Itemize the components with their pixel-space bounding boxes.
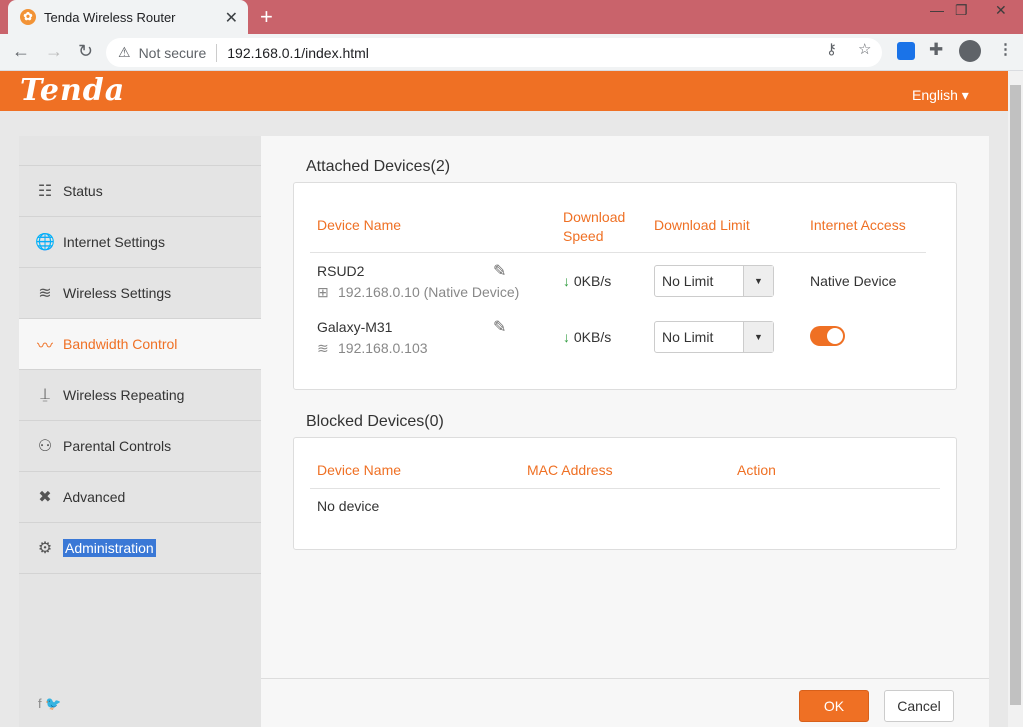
browser-tab[interactable]: ✿ Tenda Wireless Router ✕	[8, 0, 248, 34]
family-icon: ⚇	[37, 438, 53, 455]
internet-access-text: Native Device	[810, 273, 897, 289]
omnibox-divider	[216, 43, 218, 62]
col-download-speed: Download Speed	[563, 209, 626, 244]
window-close-button[interactable]: ✕	[995, 2, 1007, 19]
forward-arrow-icon[interactable]: →	[45, 41, 63, 62]
device-name: Galaxy-M31	[317, 319, 393, 335]
sidebar-item-label: Internet Settings	[63, 234, 165, 250]
tab-close-icon[interactable]: ✕	[225, 8, 238, 28]
ok-button[interactable]: OK	[799, 690, 869, 722]
download-speed: ↓ 0KB/s	[563, 273, 611, 289]
sidebar-item-advanced[interactable]: ✖ Advanced	[19, 472, 261, 523]
empty-state-text: No device	[317, 498, 380, 514]
download-limit-select[interactable]: No Limit ▼	[654, 321, 774, 353]
url-text[interactable]: 192.168.0.1/index.html	[227, 45, 369, 61]
sidebar-item-bandwidth-control[interactable]: 〰 Bandwidth Control	[19, 319, 261, 370]
tools-icon: ✖	[38, 489, 52, 506]
wifi-icon: ≋	[38, 285, 52, 302]
bookmark-star-icon[interactable]: ☆	[858, 40, 871, 58]
sidebar-item-wireless-settings[interactable]: ≋ Wireless Settings	[19, 268, 261, 319]
sidebar-item-label: Advanced	[63, 489, 126, 505]
search-extension-icon[interactable]	[897, 42, 915, 60]
sidebar-item-label: Administration	[63, 539, 156, 557]
sidebar-nav: ☷ Status 🌐 Internet Settings ≋ Wireless …	[19, 136, 261, 727]
tenda-favicon-icon: ✿	[20, 9, 36, 25]
minimize-button[interactable]: —	[930, 2, 944, 18]
col-internet-access: Internet Access	[810, 217, 906, 233]
new-tab-button[interactable]: +	[260, 4, 273, 30]
tab-title: Tenda Wireless Router	[44, 9, 176, 25]
col-mac-address: MAC Address	[527, 462, 613, 478]
internet-access-toggle[interactable]	[810, 326, 845, 346]
puzzle-extensions-icon[interactable]: ✚	[929, 40, 943, 60]
action-footer: OK Cancel	[261, 678, 989, 727]
page-scrollbar[interactable]	[1008, 71, 1023, 727]
cancel-button[interactable]: Cancel	[884, 690, 954, 722]
header-divider	[310, 252, 926, 253]
chart-line-icon: 〰	[36, 338, 53, 355]
header-divider	[310, 488, 940, 489]
browser-tab-strip: ✿ Tenda Wireless Router ✕ + — ❐ ✕	[0, 0, 1023, 34]
sidebar-item-label: Parental Controls	[63, 438, 172, 454]
speed-value: 0KB/s	[573, 329, 612, 345]
speed-value: 0KB/s	[573, 273, 612, 289]
wifi-small-icon: ≋	[317, 340, 329, 356]
address-bar: ← → ↻ ⚠ Not secure 192.168.0.1/index.htm…	[0, 34, 1023, 71]
back-arrow-icon[interactable]: ←	[12, 41, 30, 62]
edit-pencil-icon[interactable]: ✎	[493, 261, 506, 281]
download-limit-select[interactable]: No Limit ▼	[654, 265, 774, 297]
sidebar-item-internet-settings[interactable]: 🌐 Internet Settings	[19, 217, 261, 268]
not-secure-label[interactable]: Not secure	[139, 45, 207, 61]
device-name: RSUD2	[317, 263, 365, 279]
sidebar-item-wireless-repeating[interactable]: ⍊ Wireless Repeating	[19, 370, 261, 421]
blocked-devices-panel: Device Name MAC Address Action No device	[293, 437, 957, 550]
router-icon: ☷	[37, 183, 53, 200]
attached-devices-panel: Device Name Download Speed Download Limi…	[293, 182, 957, 390]
attached-devices-title: Attached Devices(2)	[306, 158, 451, 175]
profile-avatar-icon[interactable]	[959, 40, 981, 62]
globe-icon: 🌐	[35, 234, 55, 251]
wired-network-icon: ⊞	[317, 284, 329, 300]
url-omnibox[interactable]: ⚠ Not secure 192.168.0.1/index.html	[106, 38, 882, 67]
social-links[interactable]: f 🐦	[38, 696, 61, 712]
caret-down-icon[interactable]: ▼	[743, 266, 773, 296]
edit-pencil-icon[interactable]: ✎	[493, 317, 506, 337]
tenda-logo: Tenda	[20, 73, 126, 108]
menu-kebab-icon[interactable]: ⋮	[998, 40, 1013, 58]
select-value: No Limit	[662, 273, 714, 289]
main-content: Attached Devices(2) Device Name Download…	[261, 136, 989, 727]
sidebar-item-label: Status	[63, 183, 103, 199]
col-device-name: Device Name	[317, 217, 402, 233]
restore-button[interactable]: ❐	[955, 2, 968, 19]
sidebar-item-status[interactable]: ☷ Status	[19, 166, 261, 217]
sidebar-item-label: Wireless Settings	[63, 285, 172, 301]
select-value: No Limit	[662, 329, 714, 345]
scroll-thumb[interactable]	[1010, 85, 1021, 705]
device-ip: 192.168.0.103	[338, 340, 428, 356]
sidebar-item-parental-controls[interactable]: ⚇ Parental Controls	[19, 421, 261, 472]
gears-icon: ⚙	[37, 540, 53, 557]
language-dropdown[interactable]: English ▾	[912, 87, 969, 104]
key-icon[interactable]: ⚷	[826, 40, 837, 58]
antenna-icon: ⍊	[40, 386, 50, 403]
device-ip: 192.168.0.10 (Native Device)	[338, 284, 520, 300]
sidebar-item-label: Wireless Repeating	[63, 387, 185, 403]
sidebar-spacer	[19, 136, 261, 166]
col-download-limit: Download Limit	[654, 217, 750, 233]
toggle-knob	[827, 328, 843, 344]
down-arrow-icon: ↓	[563, 273, 570, 289]
download-speed: ↓ 0KB/s	[563, 329, 611, 345]
down-arrow-icon: ↓	[563, 329, 570, 345]
sidebar-item-administration[interactable]: ⚙ Administration	[19, 523, 261, 574]
col-action: Action	[737, 462, 776, 478]
sidebar-item-label: Bandwidth Control	[63, 336, 178, 352]
caret-down-icon[interactable]: ▼	[743, 322, 773, 352]
col-device-name: Device Name	[317, 462, 402, 478]
reload-icon[interactable]: ↻	[78, 41, 93, 62]
warning-icon[interactable]: ⚠	[118, 44, 131, 61]
router-header: Tenda English ▾	[0, 71, 1008, 111]
blocked-devices-title: Blocked Devices(0)	[306, 413, 444, 430]
